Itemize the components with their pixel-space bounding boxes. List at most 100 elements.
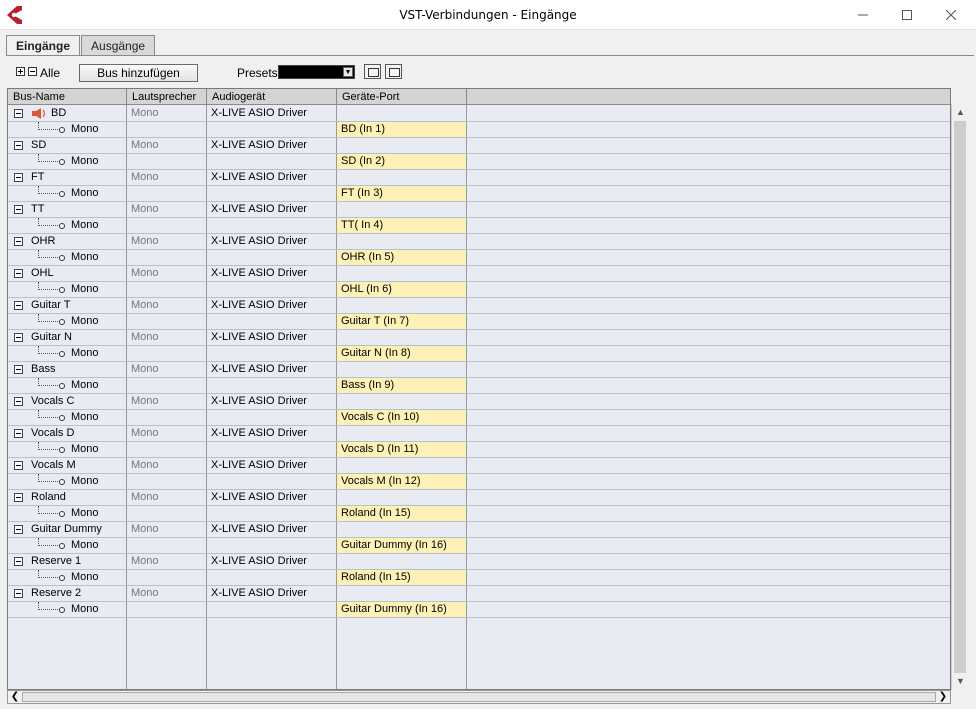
channel-row[interactable]: Mono OHL (In 6) [8,282,950,298]
device-cell[interactable]: X-LIVE ASIO Driver [207,426,336,441]
channel-row[interactable]: Mono Roland (In 15) [8,506,950,522]
channel-row[interactable]: Mono OHR (In 5) [8,250,950,266]
column-device[interactable]: Audiogerät [207,89,337,105]
bus-row[interactable]: Bass Mono X-LIVE ASIO Driver [8,362,950,378]
device-port-cell[interactable]: Guitar T (In 7) [337,314,466,329]
bus-row[interactable]: Roland Mono X-LIVE ASIO Driver [8,490,950,506]
bus-name[interactable]: OHL [31,266,54,281]
device-cell[interactable]: X-LIVE ASIO Driver [207,202,336,217]
minimize-button[interactable] [840,0,886,30]
device-cell[interactable]: X-LIVE ASIO Driver [207,394,336,409]
speaker-cell[interactable]: Mono [127,586,206,601]
bus-name[interactable]: FT [31,170,44,185]
channel-row[interactable]: Mono Guitar T (In 7) [8,314,950,330]
speaker-cell[interactable]: Mono [127,234,206,249]
column-bus-name[interactable]: Bus-Name [8,89,127,105]
bus-row[interactable]: TT Mono X-LIVE ASIO Driver [8,202,950,218]
channel-row[interactable]: Mono Guitar N (In 8) [8,346,950,362]
bus-row[interactable]: OHR Mono X-LIVE ASIO Driver [8,234,950,250]
device-port-cell[interactable]: Roland (In 15) [337,570,466,585]
device-cell[interactable]: X-LIVE ASIO Driver [207,490,336,505]
channel-row[interactable]: Mono Guitar Dummy (In 16) [8,538,950,554]
channel-row[interactable]: Mono TT( In 4) [8,218,950,234]
channel-row[interactable]: Mono Guitar Dummy (In 16) [8,602,950,618]
device-port-cell[interactable]: OHL (In 6) [337,282,466,297]
vertical-scrollbar[interactable]: ▲ ▼ [951,104,968,690]
speaker-cell[interactable]: Mono [127,426,206,441]
collapse-icon[interactable] [14,173,23,182]
channel-row[interactable]: Mono BD (In 1) [8,122,950,138]
presets-dropdown[interactable]: ▼ [278,65,355,79]
device-cell[interactable]: X-LIVE ASIO Driver [207,586,336,601]
bus-name[interactable]: Vocals C [31,394,74,409]
device-cell[interactable]: X-LIVE ASIO Driver [207,330,336,345]
device-port-cell[interactable]: Guitar Dummy (In 16) [337,538,466,553]
speaker-cell[interactable]: Mono [127,362,206,377]
collapse-icon[interactable] [14,365,23,374]
channel-row[interactable]: Mono Vocals C (In 10) [8,410,950,426]
speaker-cell[interactable]: Mono [127,490,206,505]
bus-name[interactable]: OHR [31,234,55,249]
scroll-left-icon[interactable]: ❮ [8,691,22,703]
speaker-cell[interactable]: Mono [127,394,206,409]
bus-row[interactable]: Reserve 2 Mono X-LIVE ASIO Driver [8,586,950,602]
bus-row[interactable]: Guitar Dummy Mono X-LIVE ASIO Driver [8,522,950,538]
device-cell[interactable]: X-LIVE ASIO Driver [207,138,336,153]
column-speaker[interactable]: Lautsprecher [127,89,207,105]
collapse-icon[interactable] [14,205,23,214]
device-port-cell[interactable]: TT( In 4) [337,218,466,233]
device-port-cell[interactable]: Vocals C (In 10) [337,410,466,425]
bus-row[interactable]: Vocals C Mono X-LIVE ASIO Driver [8,394,950,410]
bus-row[interactable]: Guitar T Mono X-LIVE ASIO Driver [8,298,950,314]
device-port-cell[interactable]: Vocals D (In 11) [337,442,466,457]
channel-row[interactable]: Mono FT (In 3) [8,186,950,202]
collapse-icon[interactable] [14,429,23,438]
speaker-cell[interactable]: Mono [127,170,206,185]
speaker-cell[interactable]: Mono [127,522,206,537]
store-preset-button[interactable] [364,64,381,79]
bus-name[interactable]: Guitar T [31,298,71,313]
bus-row[interactable]: BD Mono X-LIVE ASIO Driver [8,106,950,122]
bus-name[interactable]: TT [31,202,44,217]
collapse-icon[interactable] [14,589,23,598]
device-cell[interactable]: X-LIVE ASIO Driver [207,170,336,185]
collapse-icon[interactable] [14,461,23,470]
speaker-cell[interactable]: Mono [127,330,206,345]
collapse-icon[interactable] [14,237,23,246]
add-bus-button[interactable]: Bus hinzufügen [79,64,198,82]
speaker-cell[interactable]: Mono [127,106,206,121]
collapse-icon[interactable] [14,333,23,342]
device-port-cell[interactable]: BD (In 1) [337,122,466,137]
scroll-down-icon[interactable]: ▼ [952,673,969,690]
device-cell[interactable]: X-LIVE ASIO Driver [207,298,336,313]
device-port-cell[interactable]: Bass (In 9) [337,378,466,393]
device-cell[interactable]: X-LIVE ASIO Driver [207,458,336,473]
speaker-cell[interactable]: Mono [127,458,206,473]
maximize-button[interactable] [884,0,930,30]
tab-inputs[interactable]: Eingänge [6,35,81,56]
bus-row[interactable]: OHL Mono X-LIVE ASIO Driver [8,266,950,282]
device-cell[interactable]: X-LIVE ASIO Driver [207,234,336,249]
speaker-cell[interactable]: Mono [127,138,206,153]
device-cell[interactable]: X-LIVE ASIO Driver [207,106,336,121]
bus-name[interactable]: BD [51,106,66,121]
channel-row[interactable]: Mono Bass (In 9) [8,378,950,394]
collapse-icon[interactable] [14,109,23,118]
device-port-cell[interactable]: Roland (In 15) [337,506,466,521]
collapse-all-icon[interactable] [28,67,37,76]
bus-row[interactable]: FT Mono X-LIVE ASIO Driver [8,170,950,186]
horizontal-scrollbar[interactable]: ❮ ❯ [7,690,951,704]
collapse-icon[interactable] [14,269,23,278]
bus-row[interactable]: Guitar N Mono X-LIVE ASIO Driver [8,330,950,346]
bus-row[interactable]: SD Mono X-LIVE ASIO Driver [8,138,950,154]
collapse-icon[interactable] [14,557,23,566]
close-button[interactable] [928,0,974,30]
bus-name[interactable]: Roland [31,490,66,505]
scroll-right-icon[interactable]: ❯ [936,691,950,703]
scroll-up-icon[interactable]: ▲ [952,104,969,121]
tab-outputs[interactable]: Ausgänge [81,35,156,55]
bus-name[interactable]: Vocals D [31,426,74,441]
device-cell[interactable]: X-LIVE ASIO Driver [207,362,336,377]
device-port-cell[interactable]: Vocals M (In 12) [337,474,466,489]
device-port-cell[interactable]: SD (In 2) [337,154,466,169]
